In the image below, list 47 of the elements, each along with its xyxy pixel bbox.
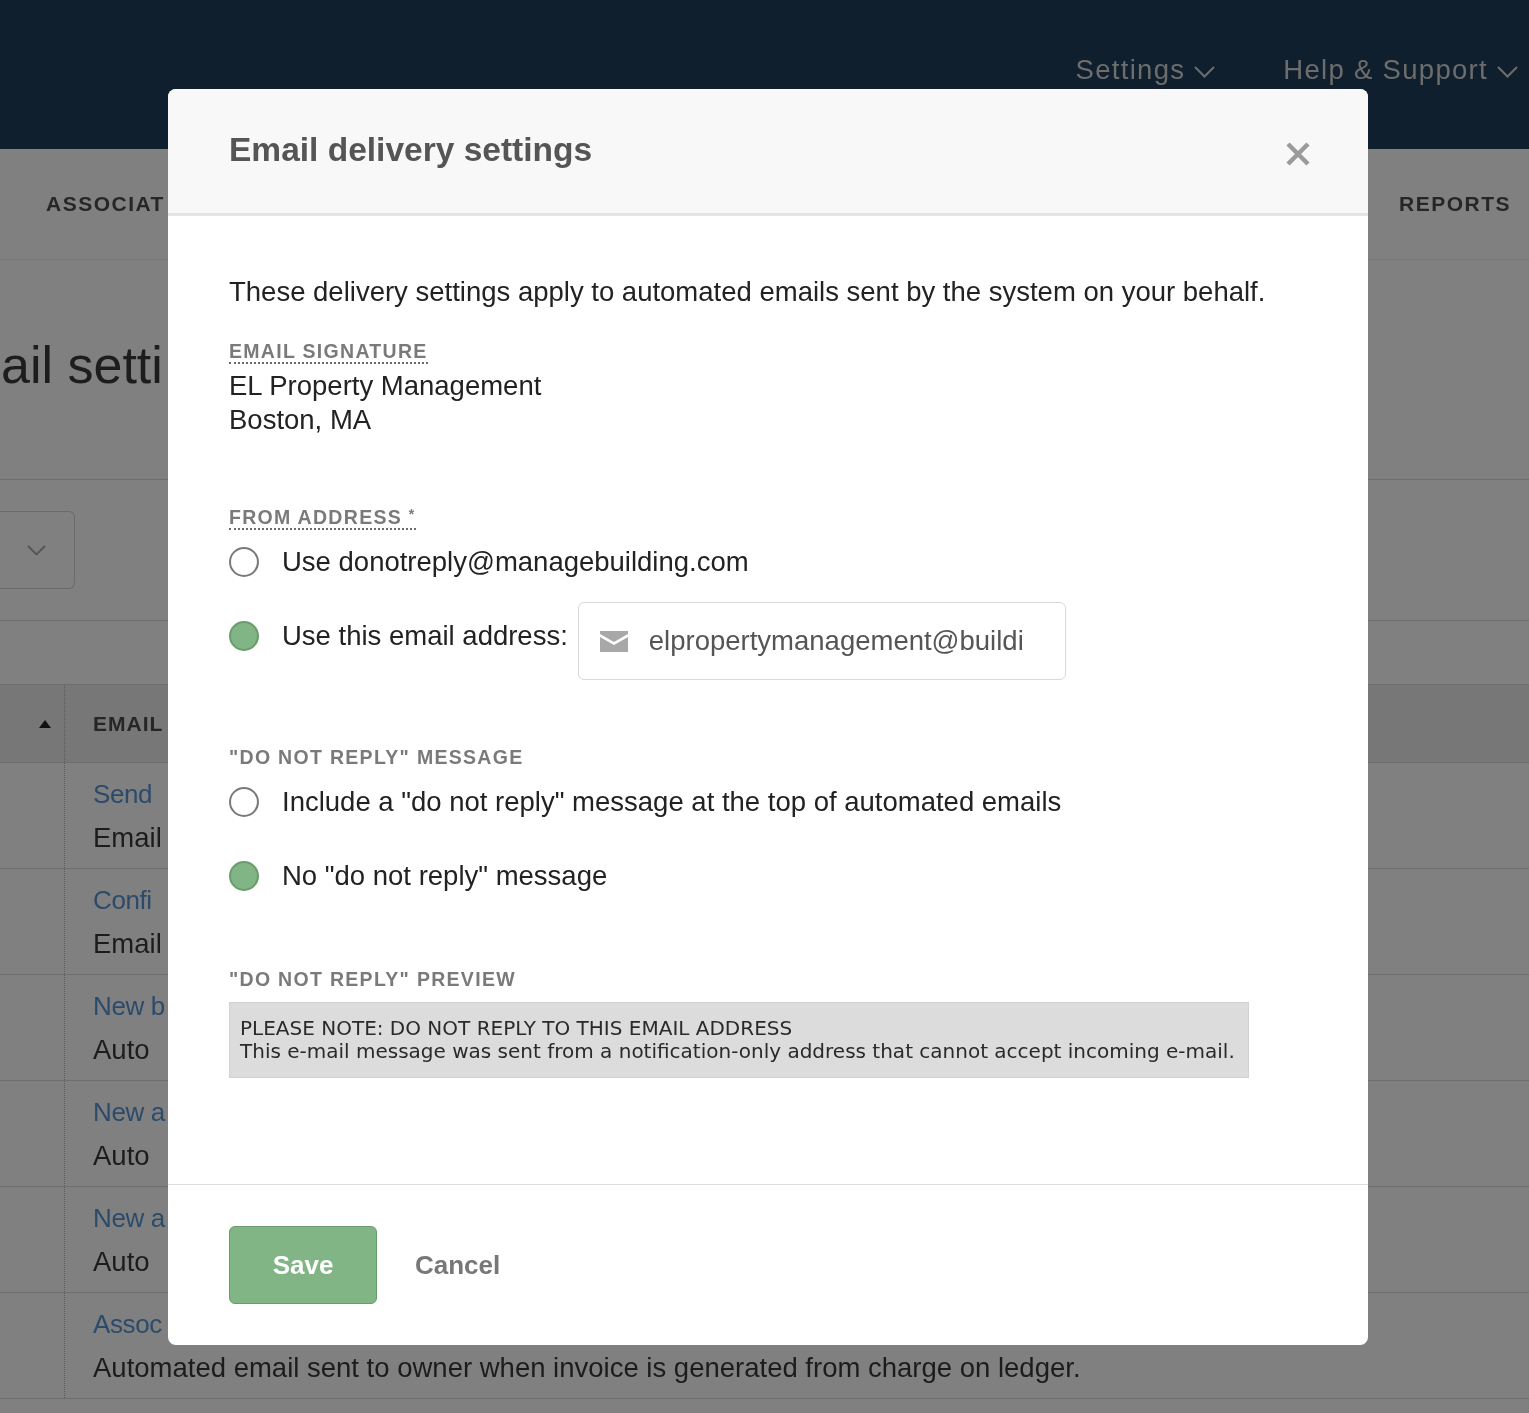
email-template-link[interactable]: New a xyxy=(93,1095,165,1129)
column-header[interactable]: EMAIL xyxy=(93,711,164,736)
description-text: Auto xyxy=(93,1139,150,1173)
cancel-button[interactable]: Cancel xyxy=(415,1249,501,1281)
preview-heading: PLEASE NOTE: DO NOT REPLY TO THIS EMAIL ADDRESS xyxy=(240,1017,793,1040)
section-label: EMAIL SIGNATURE xyxy=(229,340,428,364)
signature-line: Boston, MA xyxy=(229,403,373,437)
description-text: Email xyxy=(93,821,162,855)
radio-label[interactable]: No "do not reply" message xyxy=(282,859,608,893)
section-label: FROM ADDRESS $^{*}$ xyxy=(229,506,416,530)
intro-text: These delivery settings apply to automated emails sent by the system on your behalf. xyxy=(229,275,1266,309)
radio-button[interactable] xyxy=(229,621,259,651)
description-text: Automated email sent to owner when invoice is generated from charge on ledger. xyxy=(93,1351,1081,1385)
email-template-link[interactable]: Assoc xyxy=(93,1307,162,1341)
email-template-link[interactable]: New a xyxy=(93,1201,165,1235)
envelope-icon xyxy=(599,630,628,652)
radio-label[interactable]: Use donotreply@managebuilding.com xyxy=(282,545,749,579)
radio-button[interactable] xyxy=(229,547,259,577)
nav-tab[interactable]: ASSOCIAT xyxy=(46,190,165,218)
section-label: "DO NOT REPLY" MESSAGE xyxy=(229,746,524,770)
chevron-down-icon xyxy=(27,544,46,556)
nav-menu-button[interactable]: Help & Support xyxy=(1283,52,1518,88)
description-text: Auto xyxy=(93,1245,150,1279)
email-template-link[interactable]: Send xyxy=(93,777,153,811)
email-template-link[interactable]: New b xyxy=(93,989,165,1023)
section-label: "DO NOT REPLY" PREVIEW xyxy=(229,968,516,992)
page-title: ail setti xyxy=(1,335,163,395)
close-button[interactable] xyxy=(1286,142,1310,166)
save-button[interactable]: Save xyxy=(229,1226,377,1304)
radio-label[interactable]: Include a "do not reply" message at the top of automated emails xyxy=(282,785,1062,819)
email-template-link[interactable]: Confi xyxy=(93,883,152,917)
dialog-title: Email delivery settings xyxy=(229,131,593,169)
close-icon xyxy=(1286,142,1310,166)
description-text: Auto xyxy=(93,1033,150,1067)
radio-button[interactable] xyxy=(229,861,259,891)
description-text: Email xyxy=(93,927,162,961)
select-field[interactable] xyxy=(0,511,75,589)
radio-label[interactable]: Use this email address: xyxy=(282,619,568,653)
chevron-down-icon xyxy=(1194,65,1216,78)
nav-tab[interactable]: REPORTS xyxy=(1399,190,1511,218)
radio-button[interactable] xyxy=(229,787,259,817)
nav-menu-button[interactable]: Settings xyxy=(1075,52,1216,88)
sort-caret-icon[interactable] xyxy=(39,719,51,728)
email-field[interactable]: elpropertymanagement@buildi xyxy=(577,602,1066,680)
preview-text: This e-mail message was sent from a notification-only address that cannot accept incoming e-mail. xyxy=(240,1040,1235,1063)
chevron-down-icon xyxy=(1497,65,1518,78)
signature-line: EL Property Management xyxy=(229,369,542,403)
